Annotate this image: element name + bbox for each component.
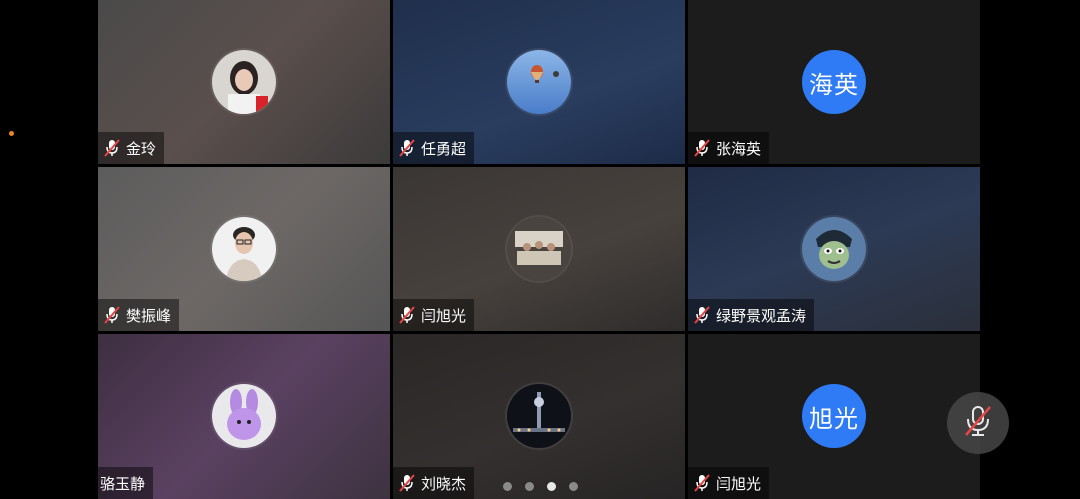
participant-name-tag: 张海英 — [688, 132, 770, 164]
page-dot-active[interactable] — [546, 482, 556, 491]
page-dot[interactable] — [524, 482, 534, 491]
participant-name: 闫旭光 — [421, 306, 467, 325]
hot-air-balloon-icon — [507, 50, 571, 114]
group-photo-icon — [507, 217, 571, 281]
participant-name-tag: 绿野景观孟涛 — [688, 299, 815, 331]
participant-name: 任勇超 — [421, 139, 467, 158]
participant-name: 绿野景观孟涛 — [716, 306, 807, 325]
muted-mic-icon — [399, 306, 415, 324]
participant-tile[interactable]: 任勇超 — [393, 0, 685, 164]
muted-mic-icon — [104, 306, 120, 324]
man-portrait-icon — [212, 217, 276, 281]
girl-portrait-icon — [212, 50, 276, 114]
avatar-initials: 海英 — [802, 50, 866, 114]
page-dot[interactable] — [502, 482, 512, 491]
night-city-icon — [507, 384, 571, 448]
participant-tile[interactable]: 金玲 — [98, 0, 390, 164]
participant-tile[interactable]: 刘晓杰 — [393, 334, 685, 499]
muted-mic-icon — [694, 306, 710, 324]
mute-toggle-button[interactable] — [947, 392, 1009, 454]
microphone-muted-icon — [963, 404, 993, 442]
participant-tile[interactable]: 海英 张海英 — [688, 0, 980, 164]
status-indicator-dot — [9, 131, 14, 136]
muted-mic-icon — [399, 139, 415, 157]
participant-name: 樊振峰 — [126, 306, 172, 325]
page-indicator — [98, 482, 982, 491]
participant-name: 张海英 — [716, 139, 762, 158]
participant-name-tag: 任勇超 — [393, 132, 475, 164]
participant-name-tag: 樊振峰 — [98, 299, 180, 331]
participant-grid: 金玲 任勇超 海英 张海英 樊振峰 闫旭光 绿野景观孟涛 骆玉静 刘晓杰 旭光 … — [98, 0, 982, 499]
muted-mic-icon — [104, 139, 120, 157]
participant-name-tag: 闫旭光 — [393, 299, 475, 331]
cartoon-character-icon — [802, 217, 866, 281]
participant-name: 金玲 — [126, 139, 157, 158]
participant-tile[interactable]: 骆玉静 — [98, 334, 390, 499]
participant-tile[interactable]: 绿野景观孟涛 — [688, 167, 980, 331]
participant-tile[interactable]: 樊振峰 — [98, 167, 390, 331]
page-dot[interactable] — [568, 482, 578, 491]
participant-tile[interactable]: 旭光 闫旭光 — [688, 334, 980, 499]
participant-name-tag: 金玲 — [98, 132, 165, 164]
participant-tile[interactable]: 闫旭光 — [393, 167, 685, 331]
muted-mic-icon — [694, 139, 710, 157]
avatar-initials: 旭光 — [802, 384, 866, 448]
purple-bunny-icon — [212, 384, 276, 448]
